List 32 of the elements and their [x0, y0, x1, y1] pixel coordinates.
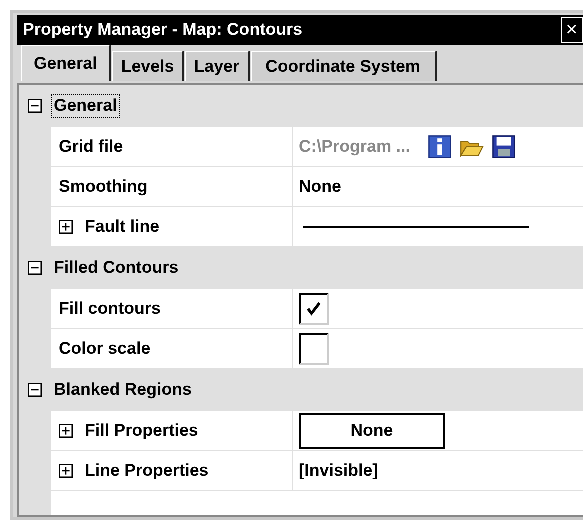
- property-value[interactable]: C:\Program ...: [299, 136, 410, 156]
- tab[interactable]: Coordinate System: [250, 51, 437, 81]
- checkbox[interactable]: [299, 332, 329, 364]
- property-label: Fault line: [85, 216, 160, 236]
- tab[interactable]: General: [21, 45, 112, 81]
- property-label: Fill Properties: [85, 420, 198, 440]
- checkbox[interactable]: [299, 292, 329, 324]
- property-value[interactable]: None: [299, 176, 342, 196]
- info-icon[interactable]: [428, 134, 452, 158]
- fill-style-button[interactable]: None: [299, 412, 445, 448]
- window-title: Property Manager - Map: Contours: [23, 20, 303, 40]
- property-label: Fill contours: [59, 298, 161, 318]
- collapse-icon[interactable]: [28, 383, 42, 397]
- property-label: Line Properties: [85, 460, 209, 480]
- property-label: Color scale: [59, 338, 151, 358]
- group-label[interactable]: Filled Contours: [51, 256, 182, 280]
- tab[interactable]: Levels: [112, 51, 184, 81]
- save-icon[interactable]: [492, 134, 516, 158]
- property-label: Smoothing: [59, 176, 148, 196]
- checkmark-icon: [306, 300, 322, 316]
- line-style-preview[interactable]: [303, 224, 529, 228]
- property-value[interactable]: [Invisible]: [299, 460, 378, 480]
- close-button[interactable]: ×: [561, 17, 583, 43]
- property-label: Grid file: [59, 136, 124, 156]
- collapse-icon[interactable]: [28, 99, 42, 113]
- tab[interactable]: Layer: [185, 51, 250, 81]
- expand-icon[interactable]: [59, 220, 73, 234]
- expand-icon[interactable]: [59, 464, 73, 478]
- group-label[interactable]: General: [51, 94, 120, 118]
- collapse-icon[interactable]: [28, 261, 42, 275]
- expand-icon[interactable]: [59, 424, 73, 438]
- group-label[interactable]: Blanked Regions: [51, 378, 195, 402]
